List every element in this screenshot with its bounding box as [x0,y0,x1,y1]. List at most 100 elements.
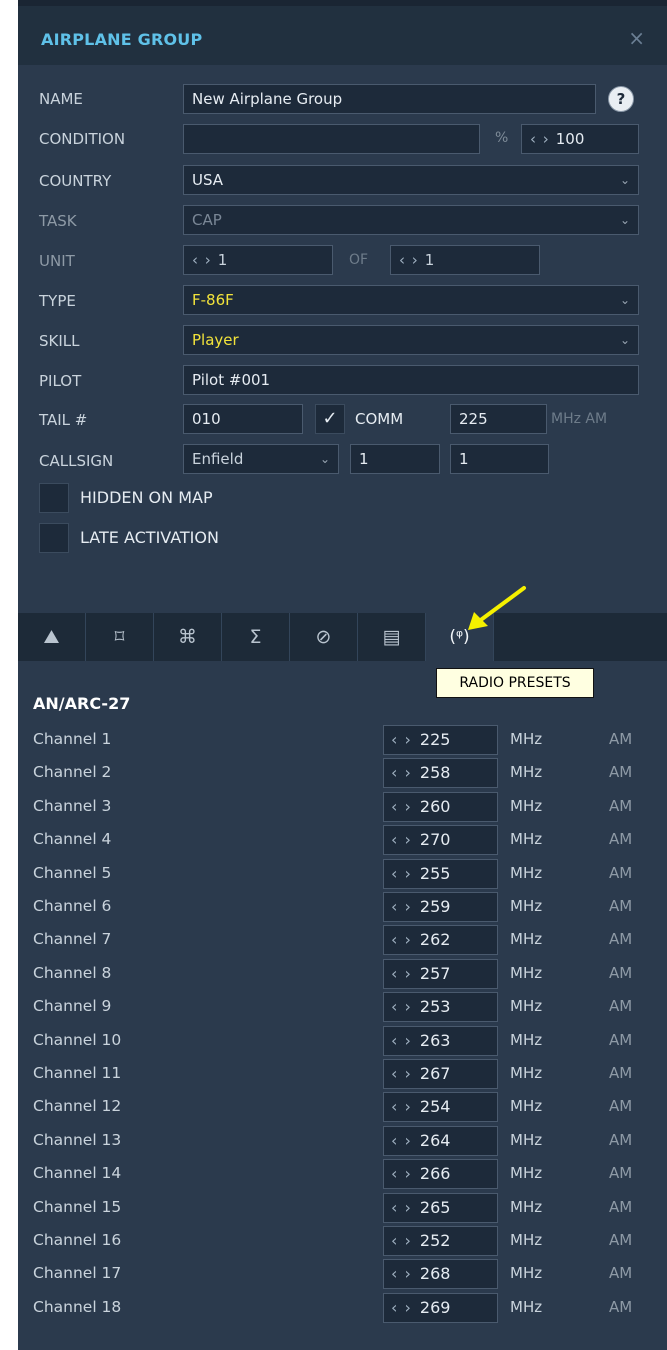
country-value: USA [192,171,224,189]
task-select[interactable]: CAP ⌄ [183,205,639,235]
late-activation-checkbox[interactable] [39,523,69,553]
stepper-arrows-icon[interactable]: ‹ › [391,1264,412,1283]
stepper-arrows-icon[interactable]: ‹ › [391,763,412,782]
callsign-select[interactable]: Enfield ⌄ [183,444,339,474]
checkmark-icon: ✓ [322,408,338,429]
skill-label: SKILL [39,332,80,350]
tab-failures[interactable]: ⊘ [290,613,358,661]
channel-unit-label: MHz [510,730,543,748]
hidden-on-map-checkbox[interactable] [39,483,69,513]
channel-frequency-stepper[interactable]: ‹ › 225 [383,725,498,755]
channel-unit-label: MHz [510,763,543,782]
channel-frequency-value: 267 [419,1064,451,1083]
stepper-arrows-icon[interactable]: ‹ › [399,251,419,269]
channel-frequency-stepper[interactable]: ‹ › 268 [383,1259,498,1290]
stepper-arrows-icon[interactable]: ‹ › [391,797,412,816]
stepper-arrows-icon[interactable]: ‹ › [391,1164,412,1183]
annotation-arrow-icon [468,586,526,630]
tail-input[interactable]: 010 [183,404,303,434]
country-select[interactable]: USA ⌄ [183,165,639,195]
condition-label: CONDITION [39,130,126,148]
channel-modulation-label: AM [609,897,633,915]
stepper-arrows-icon[interactable]: ‹ › [192,251,212,269]
tab-triggered-actions[interactable]: ⌑ [86,613,154,661]
channel-frequency-stepper[interactable]: ‹ › 267 [383,1059,498,1089]
stepper-arrows-icon[interactable]: ‹ › [530,130,550,148]
tab-advanced[interactable]: ⌘ [154,613,222,661]
stepper-arrows-icon[interactable]: ‹ › [391,1064,412,1083]
comm-checkbox[interactable]: ✓ [315,404,345,434]
stepper-arrows-icon[interactable]: ‹ › [391,864,412,883]
unit-stepper[interactable]: ‹ › 1 [183,245,333,275]
stepper-arrows-icon[interactable]: ‹ › [391,964,412,983]
stepper-arrows-icon[interactable]: ‹ › [391,1198,412,1217]
chevron-down-icon: ⌄ [319,452,330,466]
type-select[interactable]: F-86F ⌄ [183,285,639,315]
channel-label: Channel 7 [33,930,112,949]
tab-payload[interactable]: ▤ [358,613,426,661]
command-icon: ⌘ [178,626,197,648]
unit-value: 1 [217,251,228,269]
channel-frequency-value: 225 [419,730,451,749]
name-input[interactable]: New Airplane Group [183,84,596,114]
comm-frequency-input[interactable]: 225 [450,404,547,434]
channel-frequency-value: 264 [419,1130,451,1150]
waypoints-icon: ⛰ [43,626,60,648]
tab-waypoints[interactable]: ⛰ [18,613,86,661]
no-icon: ⊘ [315,626,332,648]
channel-frequency-stepper[interactable]: ‹ › 257 [383,958,498,989]
channel-modulation-label: AM [609,830,633,849]
channel-label: Channel 9 [33,997,112,1016]
channel-frequency-stepper[interactable]: ‹ › 264 [383,1125,498,1156]
channel-frequency-stepper[interactable]: ‹ › 254 [383,1092,498,1123]
channel-frequency-stepper[interactable]: ‹ › 253 [383,992,498,1023]
stepper-arrows-icon[interactable]: ‹ › [391,830,412,849]
channel-frequency-value: 255 [419,863,451,883]
channel-frequency-value: 260 [419,796,451,816]
callsign-number-2[interactable]: 1 [450,444,549,474]
stepper-arrows-icon[interactable]: ‹ › [391,897,412,916]
channel-frequency-stepper[interactable]: ‹ › 266 [383,1159,498,1190]
channel-label: Channel 16 [33,1231,122,1249]
stepper-arrows-icon[interactable]: ‹ › [391,997,412,1016]
channel-unit-label: MHz [510,963,543,982]
chevron-down-icon: ⌄ [619,293,630,307]
channel-frequency-stepper[interactable]: ‹ › 255 [383,858,498,889]
country-label: COUNTRY [39,172,112,190]
channel-unit-label: MHz [510,1264,543,1283]
pilot-input[interactable]: Pilot #001 [183,365,639,395]
channel-unit-label: MHz [510,1030,543,1049]
channel-frequency-stepper[interactable]: ‹ › 270 [383,825,498,856]
callsign-value: Enfield [192,450,244,468]
channel-frequency-stepper[interactable]: ‹ › 263 [383,1025,498,1056]
channel-frequency-stepper[interactable]: ‹ › 265 [383,1192,498,1223]
channel-label: Channel 5 [33,863,112,882]
stepper-arrows-icon[interactable]: ‹ › [391,1298,412,1317]
stepper-arrows-icon[interactable]: ‹ › [391,930,412,949]
unit-of-stepper[interactable]: ‹ › 1 [390,245,540,275]
condition-percent-stepper[interactable]: ‹ › 100 [521,124,639,154]
close-icon[interactable]: × [628,26,645,50]
channel-frequency-stepper[interactable]: ‹ › 262 [383,925,498,956]
channel-label: Channel 12 [33,1097,122,1116]
help-icon[interactable]: ? [608,86,634,112]
condition-input[interactable] [183,124,480,154]
stepper-arrows-icon[interactable]: ‹ › [391,1031,412,1050]
channel-unit-label: MHz [510,1130,543,1149]
stepper-arrows-icon[interactable]: ‹ › [391,730,412,749]
stepper-arrows-icon[interactable]: ‹ › [391,1097,412,1116]
stepper-arrows-icon[interactable]: ‹ › [391,1131,412,1150]
condition-percent-value: 100 [555,130,585,148]
callsign-number-1[interactable]: 1 [350,444,440,474]
skill-select[interactable]: Player ⌄ [183,325,639,355]
type-value: F-86F [192,291,234,309]
channel-frequency-stepper[interactable]: ‹ › 260 [383,791,498,822]
channel-frequency-value: 258 [419,763,451,783]
tab-summary[interactable]: Σ [222,613,290,661]
channel-frequency-stepper[interactable]: ‹ › 258 [383,758,498,789]
channel-frequency-stepper[interactable]: ‹ › 259 [383,892,498,922]
channel-frequency-stepper[interactable]: ‹ › 252 [383,1226,498,1256]
channel-frequency-stepper[interactable]: ‹ › 269 [383,1292,498,1323]
channel-label: Channel 13 [33,1130,122,1149]
stepper-arrows-icon[interactable]: ‹ › [391,1231,412,1250]
